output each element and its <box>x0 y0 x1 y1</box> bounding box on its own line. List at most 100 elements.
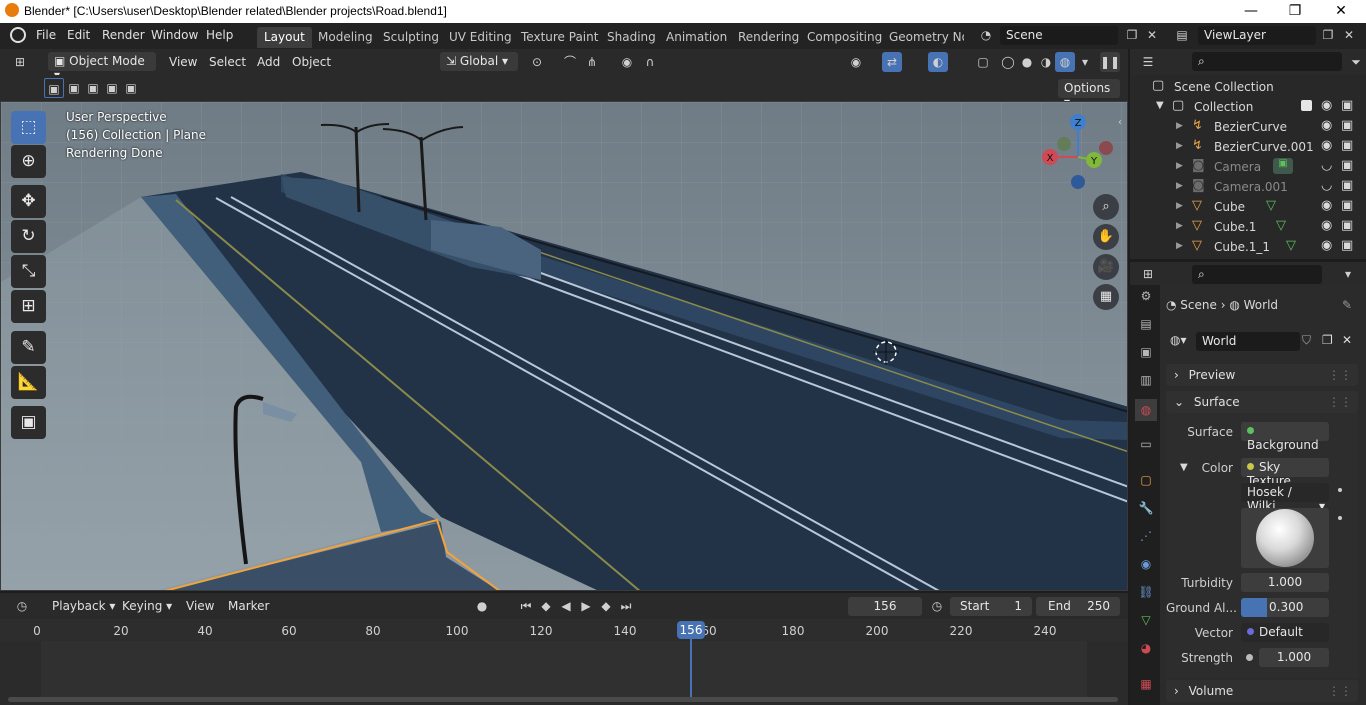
jump-start-icon[interactable]: ⏮ <box>516 596 536 616</box>
prev-keyframe-icon[interactable]: ◆ <box>536 596 556 616</box>
data-tab-icon[interactable]: ▽ <box>1135 609 1157 631</box>
world-type-icon[interactable]: ◍▾ <box>1170 333 1187 347</box>
cursor-tool[interactable]: ⊕ <box>11 145 46 178</box>
tab-compositing[interactable]: Compositing <box>800 27 889 48</box>
expand-arrow-icon[interactable]: ▶ <box>1176 121 1183 131</box>
new-scene-icon[interactable]: ❐ <box>1122 25 1142 45</box>
overlay-toggle-icon[interactable]: ◐ <box>928 52 948 72</box>
tab-layout[interactable]: Layout <box>257 27 312 48</box>
expand-arrow-icon[interactable]: ▼ <box>1156 100 1164 111</box>
filter-icon[interactable]: ⏷ <box>1346 52 1366 72</box>
render-camera-icon[interactable]: ▣ <box>1341 178 1353 193</box>
viewlayer-icon[interactable]: ▤ <box>1172 25 1192 45</box>
select-extend-icon[interactable]: ▣ <box>64 78 84 98</box>
menu-object[interactable]: Object <box>292 55 331 69</box>
timeline-menu-playback[interactable]: Playback ▾ <box>52 599 115 613</box>
3d-viewport[interactable]: User Perspective (156) Collection | Plan… <box>0 101 1128 591</box>
record-icon[interactable]: ● <box>472 596 492 616</box>
scale-tool[interactable]: ⤡ <box>11 255 46 288</box>
strength-field[interactable]: 1.000 <box>1259 648 1329 667</box>
material-shading-icon[interactable]: ◑ <box>1036 52 1056 72</box>
playhead-label[interactable]: 156 <box>677 621 705 639</box>
view-layer-tab-icon[interactable]: ▥ <box>1135 369 1157 391</box>
new-viewlayer-icon[interactable]: ❐ <box>1318 25 1338 45</box>
collection-tab-icon[interactable]: ▭ <box>1135 433 1157 455</box>
eye-icon[interactable]: ◉ <box>1321 218 1332 233</box>
gizmo-toggle-icon[interactable]: ⇄ <box>882 52 902 72</box>
outliner-item[interactable]: ▶ ▽ Cube.1_1 ▽ ◉ ▣ <box>1130 237 1366 257</box>
outliner-item[interactable]: ▶ ▽ Cube ▽ ◉ ▣ <box>1130 197 1366 217</box>
menu-file[interactable]: File <box>36 28 56 42</box>
pan-hand-icon[interactable]: ✋ <box>1093 224 1119 250</box>
end-frame-field[interactable]: End 250 <box>1036 597 1120 616</box>
mode-selector[interactable]: ▣ Object Mode ▾ <box>48 52 156 82</box>
pause-render-icon[interactable]: ❚❚ <box>1100 52 1120 72</box>
expand-arrow-icon[interactable]: ▶ <box>1176 241 1183 251</box>
outliner-item[interactable]: ▶ ↯ BezierCurve.001 ◉ ▣ <box>1130 137 1366 157</box>
proportional-edit-icon[interactable]: ◉ <box>617 52 637 72</box>
world-tab-icon[interactable]: ◍ <box>1135 399 1157 421</box>
properties-options-icon[interactable]: ▾ <box>1338 264 1358 284</box>
blender-menu-icon[interactable] <box>10 27 26 43</box>
menu-view[interactable]: View <box>169 55 197 69</box>
drag-handle-icon[interactable]: ⋮⋮ <box>1328 684 1352 698</box>
timeline-menu-marker[interactable]: Marker <box>228 599 269 613</box>
camera-data-icon[interactable]: ▣ <box>1273 158 1293 174</box>
mesh-data-icon[interactable]: ▽ <box>1266 198 1276 213</box>
eye-closed-icon[interactable]: ◡ <box>1321 158 1332 173</box>
tab-uv-editing[interactable]: UV Editing <box>442 27 519 48</box>
menu-render[interactable]: Render <box>102 28 145 42</box>
menu-help[interactable]: Help <box>206 28 233 42</box>
select-intersect-icon[interactable]: ▣ <box>121 78 141 98</box>
eye-icon[interactable]: ◉ <box>1321 138 1332 153</box>
tab-shading[interactable]: Shading <box>600 27 663 48</box>
delete-scene-icon[interactable]: ✕ <box>1142 25 1162 45</box>
drag-handle-icon[interactable]: ⋮⋮ <box>1328 368 1352 382</box>
timeline-menu-view[interactable]: View <box>186 599 214 613</box>
perspective-toggle-icon[interactable]: ▦ <box>1093 284 1119 310</box>
scene-icon[interactable]: ◔ <box>976 25 996 45</box>
modifier-tab-icon[interactable]: 🔧 <box>1135 497 1157 519</box>
xray-icon[interactable]: ▢ <box>973 52 993 72</box>
move-tool[interactable]: ✥ <box>11 185 46 218</box>
tool-tab-icon[interactable]: ⚙ <box>1135 285 1157 307</box>
minimize-button[interactable]: — <box>1228 0 1274 23</box>
fake-user-icon[interactable]: ⛉ <box>1302 333 1311 348</box>
preview-range-icon[interactable]: ◷ <box>927 596 947 616</box>
menu-add[interactable]: Add <box>257 55 280 69</box>
render-camera-icon[interactable]: ▣ <box>1341 198 1353 213</box>
physics-tab-icon[interactable]: ◉ <box>1135 553 1157 575</box>
zoom-icon[interactable]: ⌕ <box>1093 194 1119 220</box>
sidebar-toggle-icon[interactable]: ‹ <box>1118 117 1122 128</box>
mesh-data-icon[interactable]: ▽ <box>1286 238 1296 253</box>
select-subtract-icon[interactable]: ▣ <box>83 78 103 98</box>
pin-icon[interactable]: ✎ <box>1342 298 1352 312</box>
output-tab-icon[interactable]: ▣ <box>1135 341 1157 363</box>
expand-arrow-icon[interactable]: ▶ <box>1176 201 1183 211</box>
texture-tab-icon[interactable]: ▦ <box>1135 673 1157 695</box>
unlink-world-icon[interactable]: ✕ <box>1342 333 1352 347</box>
outliner-item[interactable]: ▶ ◙ Camera ▣ ◡ ▣ <box>1130 157 1366 177</box>
ground-albedo-slider[interactable]: 0.300 <box>1241 598 1329 617</box>
solid-shading-icon[interactable]: ● <box>1017 52 1037 72</box>
eye-closed-icon[interactable]: ◡ <box>1321 178 1332 193</box>
orientation-selector[interactable]: ⇲ Global ▾ <box>440 52 518 71</box>
expand-arrow-icon[interactable]: ▶ <box>1176 161 1183 171</box>
sky-type-dropdown[interactable]: Hosek / Wilki ▾ <box>1241 483 1329 513</box>
world-name-field[interactable]: World <box>1196 332 1300 351</box>
menu-edit[interactable]: Edit <box>67 28 90 42</box>
outliner-item[interactable]: ▶ ▽ Cube.1 ▽ ◉ ▣ <box>1130 217 1366 237</box>
shading-options-icon[interactable]: ▾ <box>1075 52 1095 72</box>
outliner-item[interactable]: ▶ ◙ Camera.001 ◡ ▣ <box>1130 177 1366 197</box>
scene-selector[interactable]: Scene <box>1000 26 1118 45</box>
volume-panel[interactable]: › Volume ⋮⋮ <box>1166 680 1358 702</box>
render-camera-icon[interactable]: ▣ <box>1341 118 1353 133</box>
editor-type-icon[interactable]: ⊞ <box>10 52 30 72</box>
new-world-icon[interactable]: ❐ <box>1322 333 1333 347</box>
next-keyframe-icon[interactable]: ◆ <box>596 596 616 616</box>
close-button[interactable]: ✕ <box>1318 0 1364 23</box>
eye-icon[interactable]: ◉ <box>1321 98 1332 113</box>
select-box-mode-icon[interactable]: ▣ <box>44 78 64 98</box>
render-tab-icon[interactable]: ▤ <box>1135 313 1157 335</box>
preview-panel[interactable]: › Preview ⋮⋮ <box>1166 364 1358 386</box>
